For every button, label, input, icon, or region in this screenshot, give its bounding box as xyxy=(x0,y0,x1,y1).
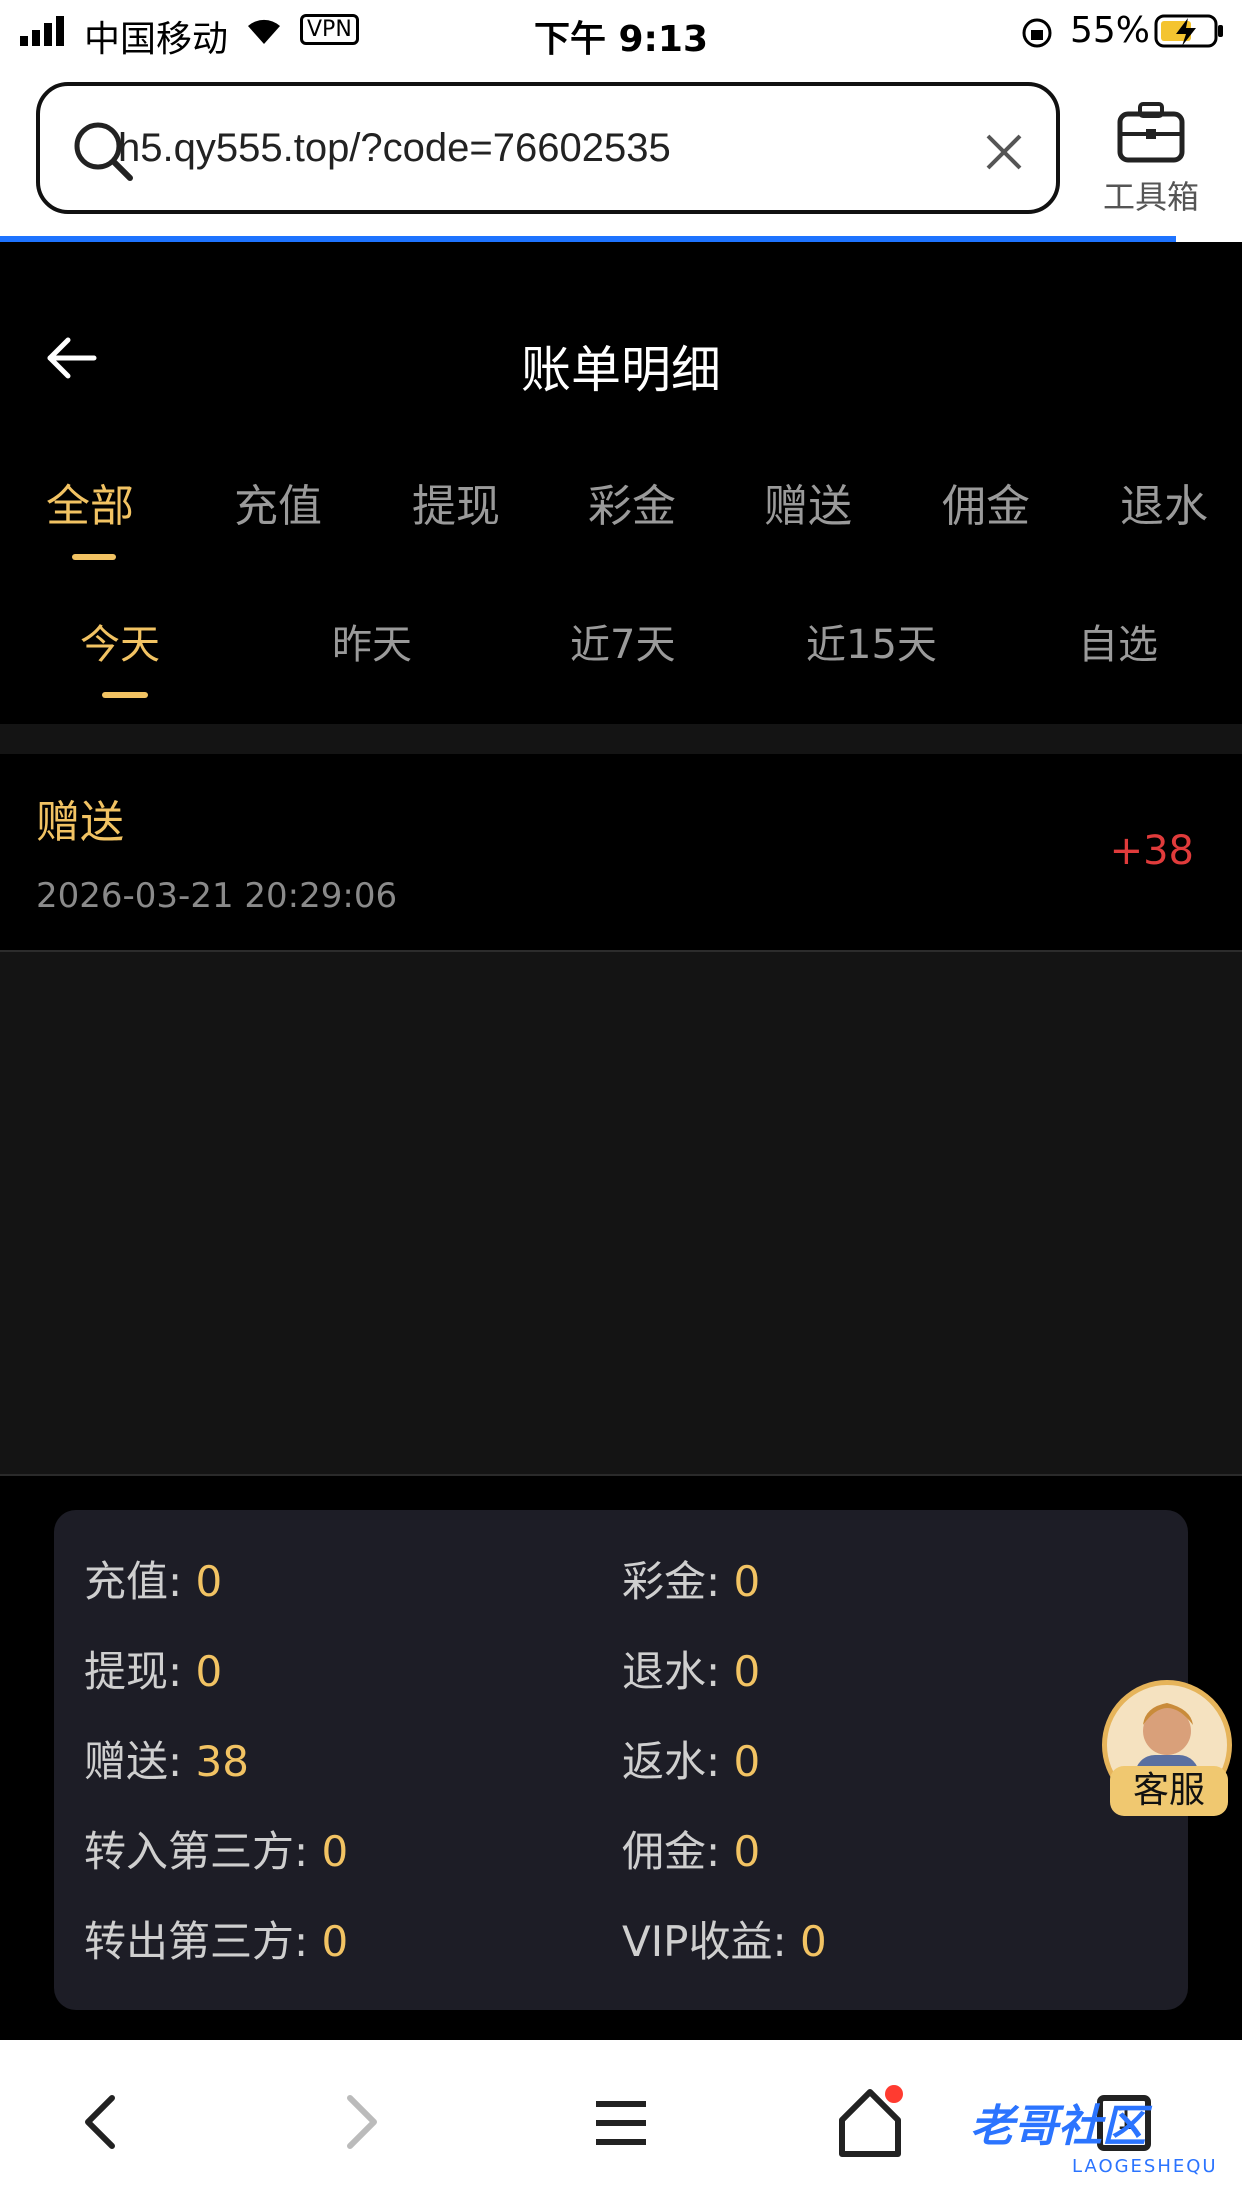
watermark-subtitle: LAOGESHEQU xyxy=(1072,2156,1218,2177)
battery-percent: 55% xyxy=(1070,10,1151,51)
tab-today[interactable]: 今天 xyxy=(80,612,160,670)
list-empty-area xyxy=(0,952,1242,1476)
date-tab-indicator xyxy=(102,692,148,698)
watermark-logo: 老哥社区 xyxy=(970,2101,1146,2152)
record-datetime: 2026-03-21 20:29:06 xyxy=(36,876,398,916)
tab-custom[interactable]: 自选 xyxy=(1078,612,1158,670)
tab-withdraw[interactable]: 提现 xyxy=(412,470,500,534)
divider xyxy=(0,724,1242,754)
forward-icon[interactable] xyxy=(342,2092,382,2152)
tab-commission[interactable]: 佣金 xyxy=(942,470,1030,534)
menu-icon[interactable] xyxy=(594,2100,648,2146)
home-icon[interactable] xyxy=(836,2084,906,2160)
toolbox-icon[interactable] xyxy=(1116,100,1186,164)
browser-bar: h5.qy555.top/?code=76602535 工具箱 xyxy=(0,62,1242,242)
summary-bonus: 彩金: 0 xyxy=(622,1557,761,1606)
url-text[interactable]: h5.qy555.top/?code=76602535 xyxy=(118,126,671,171)
tab-recharge[interactable]: 充值 xyxy=(234,470,322,534)
page-load-progress xyxy=(0,236,1176,242)
tab-last-7-days[interactable]: 近7天 xyxy=(570,612,675,670)
customer-service-label[interactable]: 客服 xyxy=(1110,1766,1228,1816)
tab-last-15-days[interactable]: 近15天 xyxy=(806,612,937,670)
summary-rebate: 退水: 0 xyxy=(622,1647,761,1696)
record-amount: +38 xyxy=(1109,828,1194,874)
list-item[interactable]: 赠送 2026-03-21 20:29:06 +38 xyxy=(0,754,1242,952)
summary-vip-earnings: VIP收益: 0 xyxy=(622,1917,827,1966)
clear-url-icon[interactable] xyxy=(984,132,1024,172)
status-bar: 中国移动 VPN 下午 9:13 55% xyxy=(0,0,1242,62)
summary-withdraw: 提现: 0 xyxy=(84,1647,223,1696)
summary-cashback: 返水: 0 xyxy=(622,1737,761,1786)
battery-charging-icon xyxy=(1154,14,1223,48)
status-time: 下午 9:13 xyxy=(533,19,709,60)
tab-bonus[interactable]: 彩金 xyxy=(588,470,676,534)
summary-transfer-in: 转入第三方: 0 xyxy=(84,1827,349,1876)
summary-gift: 赠送: 38 xyxy=(84,1737,249,1786)
summary-recharge: 充值: 0 xyxy=(84,1557,223,1606)
tab-all[interactable]: 全部 xyxy=(46,470,134,534)
back-icon[interactable] xyxy=(80,2092,120,2152)
summary-transfer-out: 转出第三方: 0 xyxy=(84,1917,349,1966)
toolbox-label[interactable]: 工具箱 xyxy=(1096,172,1206,218)
summary-commission: 佣金: 0 xyxy=(622,1827,761,1876)
page-title: 账单明细 xyxy=(521,341,721,399)
tab-gift[interactable]: 赠送 xyxy=(764,470,852,534)
rotation-lock-icon xyxy=(1022,18,1052,48)
type-tab-indicator xyxy=(72,554,116,560)
tab-rebate[interactable]: 退水 xyxy=(1120,470,1208,534)
record-type: 赠送 xyxy=(36,797,124,848)
tab-yesterday[interactable]: 昨天 xyxy=(332,612,412,670)
summary-panel: 充值: 0 提现: 0 赠送: 38 转入第三方: 0 转出第三方: 0 彩金:… xyxy=(54,1510,1188,2010)
